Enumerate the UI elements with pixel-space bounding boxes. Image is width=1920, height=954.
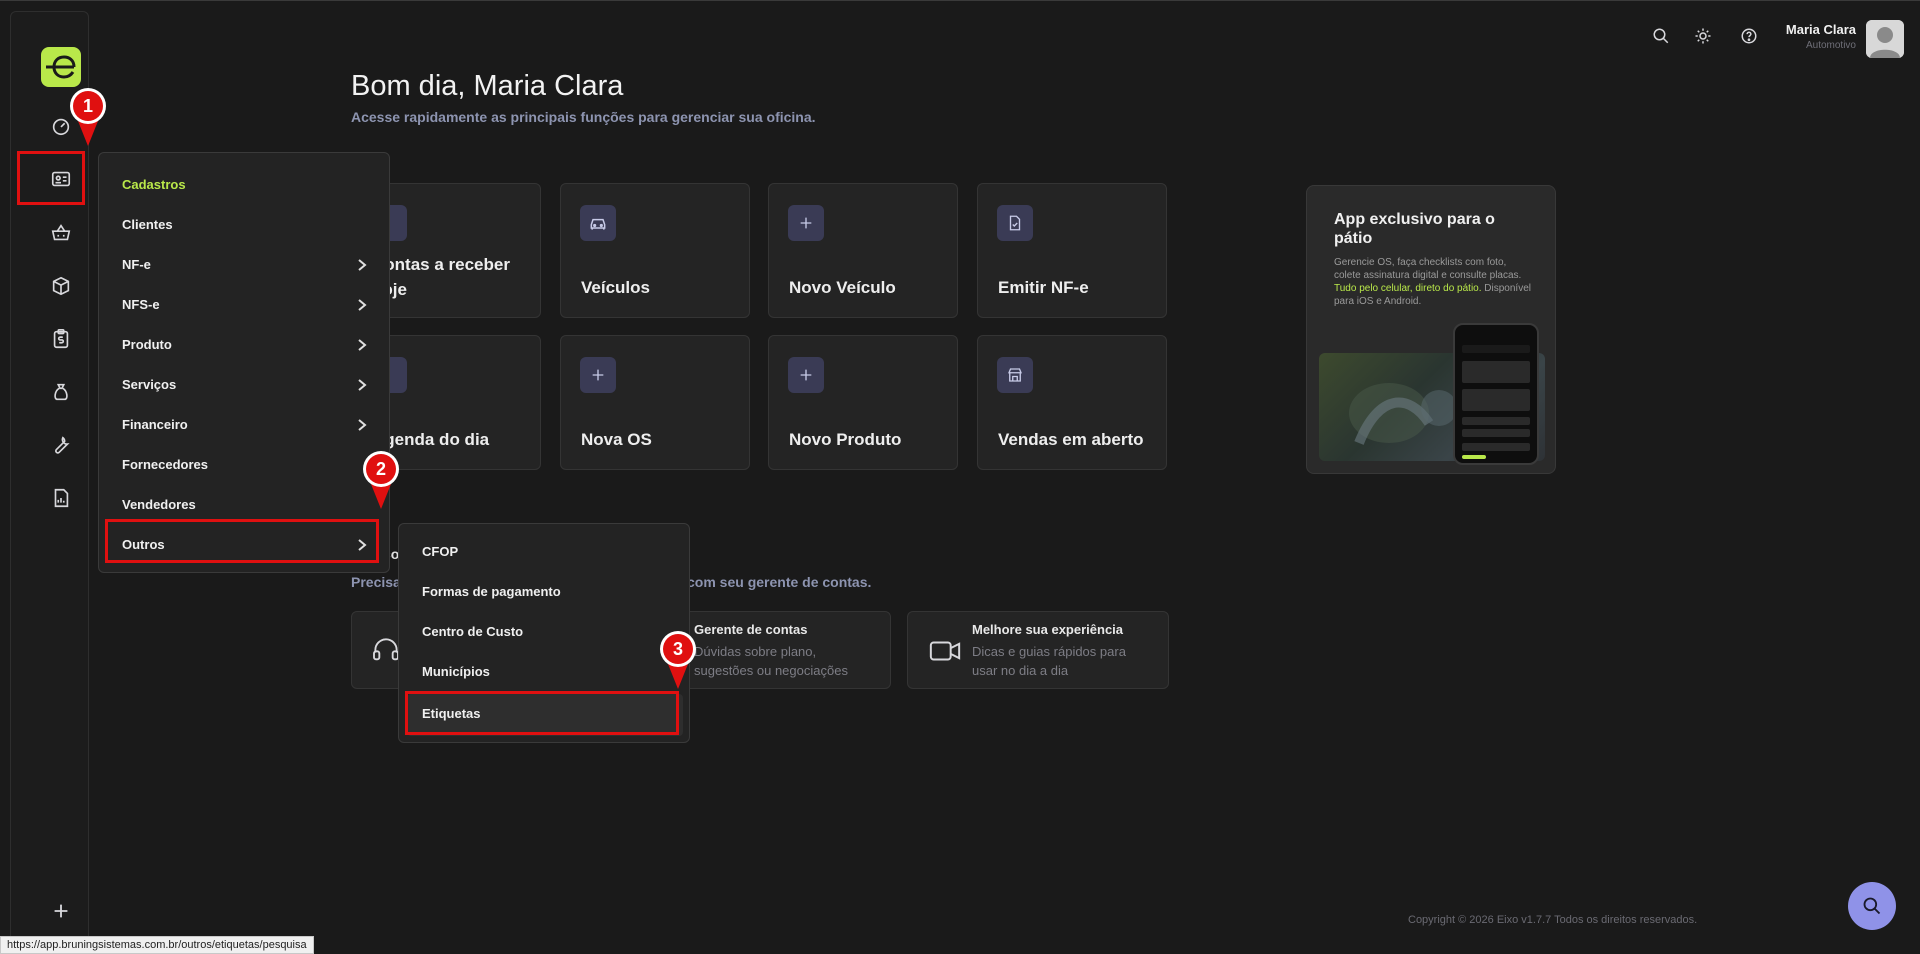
account-manager-card[interactable]: Gerente de contas Dúvidas sobre plano, su… xyxy=(676,611,891,689)
sun-icon[interactable] xyxy=(1691,24,1715,48)
step-marker-1: 1 xyxy=(70,88,106,146)
support-card-desc-line2: sugestões ou negociações xyxy=(694,663,848,678)
support-card-desc-line1: Dicas e guias rápidos para xyxy=(972,644,1126,659)
logo-e-icon xyxy=(46,55,76,79)
support-card-desc-line2: usar no dia a dia xyxy=(972,663,1069,678)
promo-text: Gerencie OS, faça checklists com foto, c… xyxy=(1334,257,1531,307)
card-novo-veiculo[interactable]: Novo Veículo xyxy=(768,183,958,318)
menu-item-produto[interactable]: Produto xyxy=(99,327,389,363)
card-label: Nova OS xyxy=(581,430,652,449)
step-marker-2: 2 xyxy=(363,451,399,509)
submenu-item-cfop[interactable]: CFOP xyxy=(399,534,689,570)
page-subtitle: Acesse rapidamente as principais funções… xyxy=(351,109,816,125)
phone-mockup xyxy=(1453,323,1539,465)
step-marker-3: 3 xyxy=(660,631,696,689)
submenu-item-municipios[interactable]: Municípios xyxy=(399,654,689,690)
cadastros-menu: Cadastros Clientes NF-e NFS-e Produto Se… xyxy=(98,152,390,573)
card-label: Emitir NF-e xyxy=(998,278,1089,297)
highlight-box-step-1 xyxy=(17,151,85,205)
card-nova-os[interactable]: Nova OS xyxy=(560,335,750,470)
promo-title: App exclusivo para o pátio xyxy=(1334,211,1495,247)
card-veiculos[interactable]: Veículos xyxy=(560,183,750,318)
user-avatar-icon xyxy=(1866,20,1904,58)
avatar[interactable] xyxy=(1866,20,1904,58)
menu-item-financeiro[interactable]: Financeiro xyxy=(99,407,389,443)
plus-icon xyxy=(788,205,824,241)
card-novo-produto[interactable]: Novo Produto xyxy=(768,335,958,470)
money-bag-icon[interactable] xyxy=(45,376,77,408)
submenu-item-centro-custo[interactable]: Centro de Custo xyxy=(399,614,689,650)
card-label: Novo Veículo xyxy=(789,278,896,297)
browser-status-url: https://app.bruningsistemas.com.br/outro… xyxy=(0,936,314,954)
search-icon[interactable] xyxy=(1649,24,1673,48)
help-icon[interactable] xyxy=(1737,24,1761,48)
menu-item-clientes[interactable]: Clientes xyxy=(99,207,389,243)
highlight-box-step-3 xyxy=(405,691,679,735)
support-card-title: Gerente de contas xyxy=(694,622,808,637)
basket-icon[interactable] xyxy=(45,217,77,249)
video-icon xyxy=(928,634,962,668)
svg-text:1: 1 xyxy=(83,96,93,116)
user-role: Automotivo xyxy=(1805,40,1856,51)
chevron-right-icon xyxy=(358,299,367,311)
user-name[interactable]: Maria Clara xyxy=(1786,22,1856,37)
report-icon[interactable] xyxy=(45,482,77,514)
support-card-desc-line1: Dúvidas sobre plano, xyxy=(694,644,817,659)
document-icon xyxy=(997,205,1033,241)
submenu-item-formas-pagamento[interactable]: Formas de pagamento xyxy=(399,574,689,610)
plus-icon xyxy=(580,357,616,393)
plus-icon xyxy=(788,357,824,393)
menu-header-cadastros: Cadastros xyxy=(122,177,186,192)
svg-text:3: 3 xyxy=(673,639,683,659)
chevron-right-icon xyxy=(358,339,367,351)
box-icon[interactable] xyxy=(45,270,77,302)
app-logo[interactable] xyxy=(41,47,81,87)
menu-item-nfse[interactable]: NFS-e xyxy=(99,287,389,323)
app-promo-panel[interactable]: App exclusivo para o pátio Gerencie OS, … xyxy=(1306,185,1556,474)
footer-copyright: Copyright © 2026 Eixo v1.7.7 Todos os di… xyxy=(1408,914,1698,926)
highlight-box-step-2 xyxy=(105,519,379,563)
wrench-icon[interactable] xyxy=(45,429,77,461)
svg-text:2: 2 xyxy=(376,459,386,479)
car-icon xyxy=(580,205,616,241)
search-fab[interactable] xyxy=(1848,882,1896,930)
card-label: Vendas em aberto xyxy=(998,430,1144,449)
search-icon xyxy=(1863,897,1881,915)
menu-item-fornecedores[interactable]: Fornecedores xyxy=(99,447,389,483)
menu-item-nfe[interactable]: NF-e xyxy=(99,247,389,283)
card-label-line1: Contas a receber xyxy=(372,255,510,274)
page-title: Bom dia, Maria Clara xyxy=(351,70,624,102)
card-label: Veículos xyxy=(581,278,650,297)
menu-item-vendedores[interactable]: Vendedores xyxy=(99,487,389,523)
clipboard-money-icon[interactable] xyxy=(45,323,77,355)
card-vendas-aberto[interactable]: Vendas em aberto xyxy=(977,335,1167,470)
experience-card[interactable]: Melhore sua experiência Dicas e guias rá… xyxy=(907,611,1169,689)
chevron-right-icon xyxy=(358,259,367,271)
top-border xyxy=(0,0,1920,1)
store-icon xyxy=(997,357,1033,393)
card-emitir-nfe[interactable]: Emitir NF-e xyxy=(977,183,1167,318)
chevron-right-icon xyxy=(358,419,367,431)
plus-icon[interactable] xyxy=(45,895,77,927)
chevron-right-icon xyxy=(358,379,367,391)
card-label: Novo Produto xyxy=(789,430,902,449)
support-subtitle-right: com seu gerente de contas. xyxy=(687,574,872,590)
support-card-title: Melhore sua experiência xyxy=(972,622,1124,637)
menu-item-servicos[interactable]: Serviços xyxy=(99,367,389,403)
